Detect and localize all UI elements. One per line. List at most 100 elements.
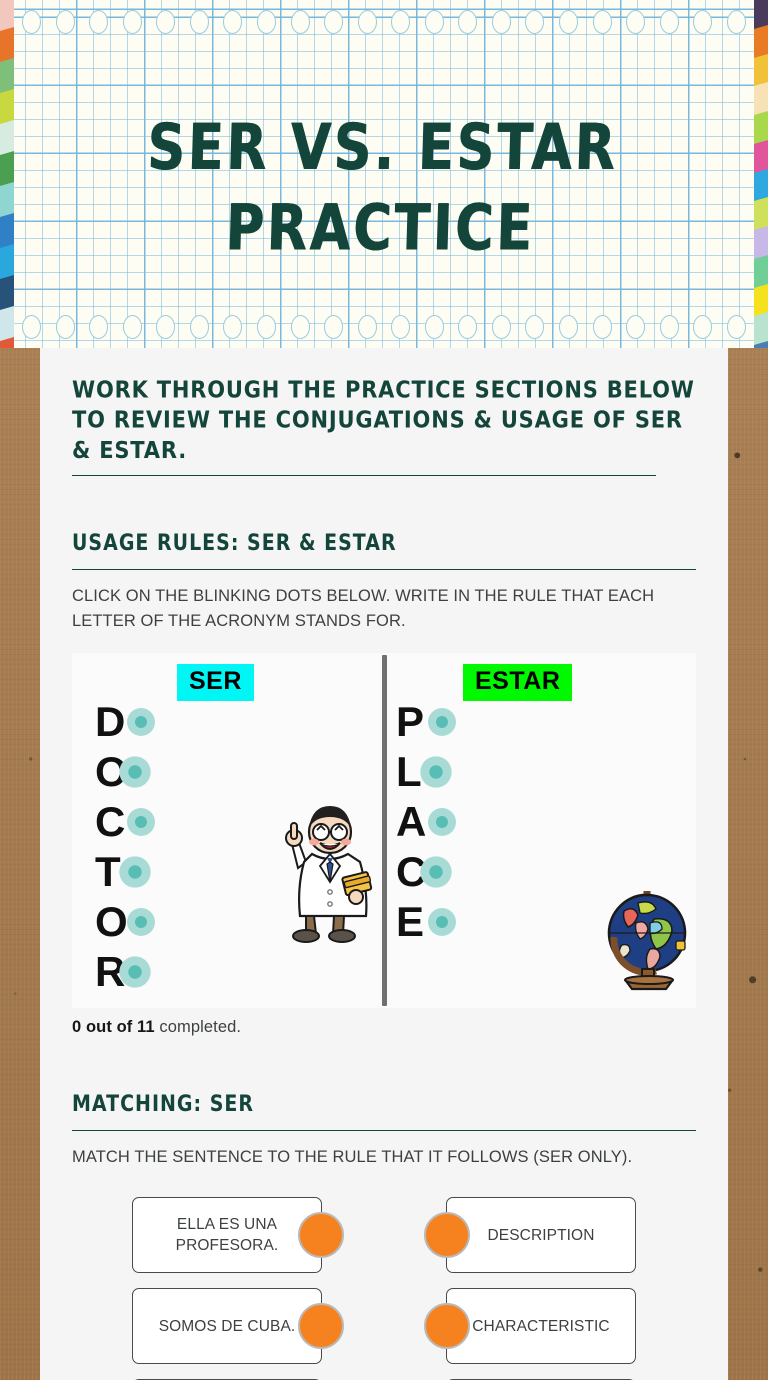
punch-hole: [491, 10, 511, 34]
rainbow-edge-left: [0, 0, 14, 348]
usage-rules-divider: [72, 569, 696, 570]
intro-divider: [72, 475, 656, 476]
acronym-letter: P: [396, 698, 425, 745]
acronym-row: O: [95, 897, 155, 947]
ser-acronym-half: SER D O C T O R: [72, 653, 384, 1008]
intro-text: WORK THROUGH THE PRACTICE SECTIONS BELOW…: [72, 376, 695, 464]
punch-holes-top: [0, 10, 768, 36]
acronym-letter: A: [396, 798, 427, 845]
match-sentence-card[interactable]: SOMOS DE CUBA.: [132, 1288, 344, 1364]
blinking-dot-icon[interactable]: [119, 756, 151, 788]
acronym-letter: C: [95, 798, 126, 845]
punch-hole: [626, 10, 646, 34]
acronym-row: L: [396, 747, 454, 797]
blinking-dot-icon[interactable]: [428, 908, 456, 936]
progress-suffix: completed.: [154, 1018, 242, 1036]
blinking-dot-icon[interactable]: [127, 908, 155, 936]
punch-hole: [156, 10, 176, 34]
match-connector-knob[interactable]: [424, 1212, 470, 1258]
page-title: SER VS. ESTAR PRACTICE: [146, 111, 620, 266]
match-sentence-label: ELLA ES UNA PROFESORA.: [175, 1216, 279, 1254]
match-connector-knob[interactable]: [298, 1303, 344, 1349]
acronym-row: D: [95, 697, 155, 747]
punch-hole: [693, 10, 713, 34]
punch-hole: [89, 315, 109, 339]
doctor-acronym-list: D O C T O R: [95, 697, 155, 997]
punch-hole: [424, 315, 444, 339]
punch-hole: [525, 10, 545, 34]
match-row: SOMOS DE CUBA. CHARACTERISTIC: [72, 1288, 696, 1364]
punch-hole: [592, 315, 612, 339]
match-rule-card[interactable]: CHARACTERISTIC: [424, 1288, 636, 1364]
match-row: ELLA ES UNA PROFESORA. DESCRIPTION: [72, 1197, 696, 1273]
blinking-dot-icon[interactable]: [127, 708, 155, 736]
acronym-row: A: [396, 797, 456, 847]
match-rule-card[interactable]: DESCRIPTION: [424, 1197, 636, 1273]
blinking-dot-icon[interactable]: [428, 808, 456, 836]
acronym-row: R: [95, 947, 153, 997]
punch-hole: [726, 315, 746, 339]
acronym-row: P: [396, 697, 456, 747]
blinking-dot-icon[interactable]: [119, 856, 151, 888]
acronym-letter: O: [95, 898, 128, 945]
punch-hole: [424, 10, 444, 34]
punch-hole: [22, 10, 41, 34]
matching-heading: MATCHING: SER: [72, 1091, 255, 1117]
punch-hole: [391, 10, 411, 34]
punch-hole: [189, 10, 209, 34]
matching-rows: ELLA ES UNA PROFESORA. DESCRIPTION SOMOS…: [72, 1197, 696, 1380]
punch-hole: [122, 315, 142, 339]
place-acronym-list: P L A C E: [396, 697, 456, 947]
match-connector-knob[interactable]: [298, 1212, 344, 1258]
match-rule-label: DESCRIPTION: [487, 1226, 595, 1244]
match-connector-knob[interactable]: [424, 1303, 470, 1349]
worksheet-content: WORK THROUGH THE PRACTICE SECTIONS BELOW…: [40, 375, 728, 1380]
punch-hole: [559, 10, 578, 34]
punch-hole: [391, 315, 411, 339]
doctor-illustration: [272, 796, 376, 949]
punch-hole: [559, 315, 578, 339]
worksheet-page-card: WORK THROUGH THE PRACTICE SECTIONS BELOW…: [40, 342, 728, 1380]
blinking-dot-icon[interactable]: [420, 856, 452, 888]
punch-hole: [525, 315, 545, 339]
worksheet-header: SER VS. ESTAR PRACTICE: [0, 0, 768, 348]
acronym-letter: D: [95, 698, 126, 745]
acronym-row: T: [95, 847, 153, 897]
punch-hole: [458, 315, 478, 339]
estar-acronym-half: ESTAR P L A C E: [384, 653, 696, 1008]
punch-hole: [156, 315, 176, 339]
usage-rules-heading: USAGE RULES: SER & ESTAR: [72, 530, 397, 556]
punch-hole: [357, 315, 377, 339]
punch-hole: [55, 10, 75, 34]
punch-hole: [324, 315, 344, 339]
punch-hole: [223, 315, 243, 339]
match-rule-label: CHARACTERISTIC: [472, 1317, 610, 1335]
blinking-dot-icon[interactable]: [119, 956, 151, 988]
punch-hole: [256, 10, 276, 34]
acronym-row: C: [396, 847, 454, 897]
punch-hole: [458, 10, 478, 34]
usage-rules-instructions: CLICK ON THE BLINKING DOTS BELOW. WRITE …: [72, 587, 655, 630]
matching-divider: [72, 1130, 696, 1131]
punch-hole: [357, 10, 377, 34]
blinking-dot-icon[interactable]: [428, 708, 456, 736]
acronym-row: E: [396, 897, 456, 947]
blinking-dot-icon[interactable]: [420, 756, 452, 788]
punch-hole: [22, 315, 41, 339]
globe-illustration: [592, 879, 697, 996]
acronym-letter: E: [396, 898, 425, 945]
punch-hole: [659, 10, 679, 34]
acronym-activity-panel: SER D O C T O R ESTAR P L A C E: [72, 653, 696, 1008]
punch-hole: [491, 315, 511, 339]
match-sentence-card[interactable]: ELLA ES UNA PROFESORA.: [132, 1197, 344, 1273]
punch-hole: [189, 315, 209, 339]
punch-hole: [290, 315, 310, 339]
punch-hole: [324, 10, 344, 34]
blinking-dot-icon[interactable]: [127, 808, 155, 836]
punch-hole: [726, 10, 746, 34]
progress-status: 0 out of 11 completed.: [72, 1018, 696, 1037]
rainbow-edge-right: [754, 0, 768, 348]
punch-hole: [122, 10, 142, 34]
punch-holes-bottom: [0, 315, 768, 341]
punch-hole: [659, 315, 679, 339]
